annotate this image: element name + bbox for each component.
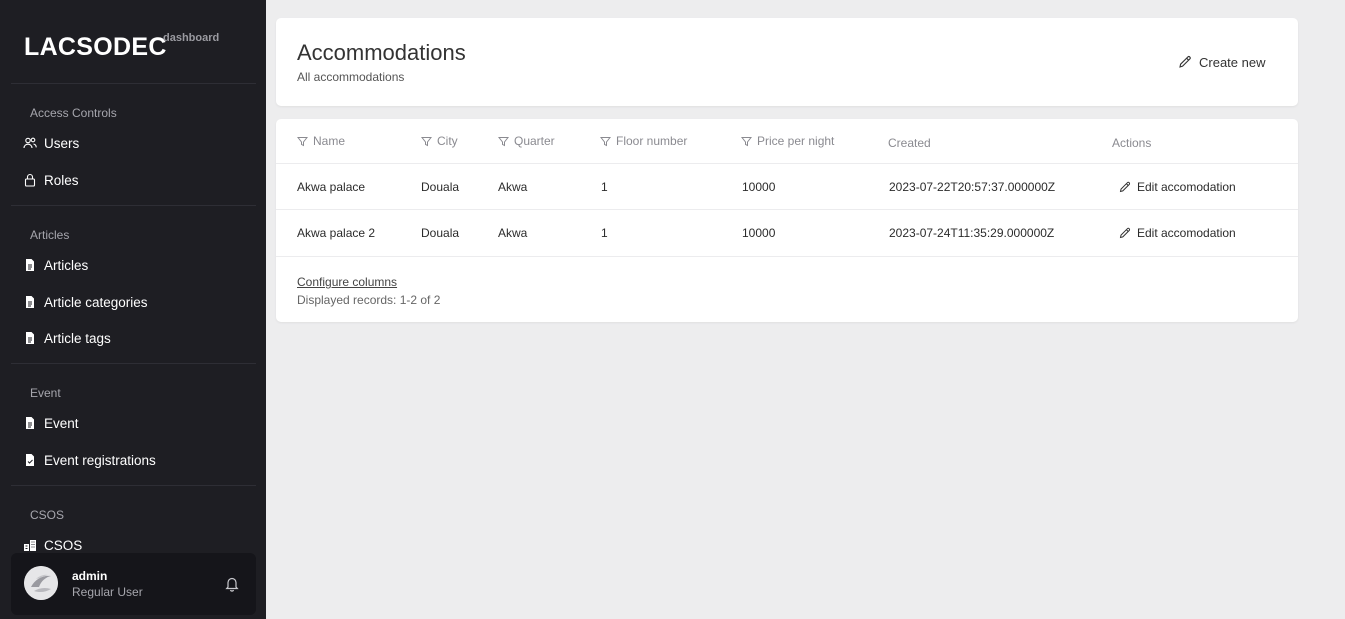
sidebar-item-label: Roles	[44, 172, 79, 188]
cell-floor: 1	[601, 226, 608, 240]
sidebar-item-label: Event	[44, 415, 79, 431]
column-header-label: Created	[888, 136, 931, 150]
user-card[interactable]: admin Regular User	[11, 553, 256, 615]
section-title-access-controls: Access Controls	[30, 106, 117, 120]
divider	[11, 363, 256, 364]
divider	[11, 205, 256, 206]
brand[interactable]: LACSODEC dashboard	[24, 32, 219, 63]
cell-floor: 1	[601, 180, 608, 194]
row-divider	[276, 209, 1298, 210]
user-role: Regular User	[72, 585, 143, 599]
document-icon	[23, 258, 37, 272]
cell-name: Akwa palace 2	[297, 226, 376, 240]
column-header-city[interactable]: City	[421, 133, 458, 149]
lock-icon	[23, 173, 37, 187]
row-divider	[276, 256, 1298, 257]
sidebar-item-users[interactable]: Users	[23, 132, 79, 154]
column-header-quarter[interactable]: Quarter	[498, 133, 555, 149]
page-subtitle: All accommodations	[297, 70, 405, 84]
bell-icon[interactable]	[224, 575, 240, 592]
divider	[11, 485, 256, 486]
sidebar-item-article-categories[interactable]: Article categories	[23, 291, 148, 313]
pencil-icon	[1119, 227, 1131, 239]
edit-accommodation-button[interactable]: Edit accomodation	[1119, 180, 1236, 194]
page-title: Accommodations	[297, 40, 466, 65]
document-icon	[23, 331, 37, 345]
displayed-records: Displayed records: 1-2 of 2	[297, 293, 441, 307]
cell-quarter: Akwa	[498, 180, 528, 194]
column-header-price-per-night[interactable]: Price per night	[741, 133, 834, 149]
sidebar-item-label: Article categories	[44, 294, 148, 310]
configure-columns-link[interactable]: Configure columns	[297, 275, 397, 289]
user-name: admin	[72, 569, 108, 583]
sidebar-item-roles[interactable]: Roles	[23, 169, 79, 191]
section-title-event: Event	[30, 386, 61, 400]
document-icon	[23, 295, 37, 309]
column-header-floor-number[interactable]: Floor number	[600, 133, 687, 149]
edit-label: Edit accomodation	[1137, 180, 1236, 194]
pencil-icon	[1119, 181, 1131, 193]
create-new-button[interactable]: Create new	[1178, 52, 1265, 72]
column-header-label: Name	[313, 134, 346, 148]
section-title-csos: CSOS	[30, 508, 65, 522]
cell-city: Douala	[421, 180, 460, 194]
cell-created: 2023-07-24T11:35:29.000000Z	[889, 226, 1055, 240]
cell-quarter: Akwa	[498, 226, 528, 240]
brand-name: LACSODEC	[24, 33, 167, 61]
column-header-label: Price per night	[757, 134, 835, 148]
filter-icon	[741, 136, 752, 146]
users-icon	[23, 136, 37, 150]
column-header-label: City	[437, 134, 458, 148]
column-header-label: Floor number	[616, 134, 688, 148]
sidebar-item-label: Event registrations	[44, 452, 156, 468]
avatar[interactable]	[24, 566, 58, 600]
cell-price: 10000	[742, 180, 776, 194]
document-check-icon	[23, 453, 37, 467]
filter-icon	[297, 136, 308, 146]
sidebar-item-event-registrations[interactable]: Event registrations	[23, 449, 156, 471]
sidebar-item-label: Users	[44, 135, 80, 151]
row-divider	[276, 163, 1298, 164]
accommodations-table: Name City Quarter Floor number Price per…	[276, 119, 1298, 322]
pencil-icon	[1178, 55, 1192, 69]
edit-accommodation-button[interactable]: Edit accomodation	[1119, 226, 1236, 240]
filter-icon	[421, 136, 432, 146]
sidebar-item-label: CSOS	[44, 537, 83, 553]
column-header-created: Created	[888, 135, 931, 151]
document-icon	[23, 416, 37, 430]
column-header-label: Quarter	[514, 134, 555, 148]
sidebar-item-articles[interactable]: Articles	[23, 254, 88, 276]
divider	[11, 83, 256, 84]
brand-subtitle: dashboard	[163, 32, 220, 44]
section-title-articles: Articles	[30, 228, 70, 242]
sidebar-item-article-tags[interactable]: Article tags	[23, 327, 111, 349]
column-header-actions: Actions	[1112, 135, 1151, 151]
buildings-icon	[23, 538, 37, 552]
page-header: Accommodations All accommodations Create…	[276, 18, 1298, 106]
column-header-name[interactable]: Name	[297, 133, 345, 149]
filter-icon	[600, 136, 611, 146]
cell-created: 2023-07-22T20:57:37.000000Z	[889, 180, 1056, 194]
filter-icon	[498, 136, 509, 146]
create-new-label: Create new	[1199, 54, 1266, 70]
sidebar-item-event[interactable]: Event	[23, 412, 79, 434]
cell-price: 10000	[742, 226, 776, 240]
sidebar: LACSODEC dashboard Access Controls Users…	[0, 0, 266, 619]
sidebar-item-label: Articles	[44, 257, 89, 273]
column-header-label: Actions	[1112, 136, 1152, 150]
sidebar-item-label: Article tags	[44, 330, 111, 346]
cell-city: Douala	[421, 226, 460, 240]
edit-label: Edit accomodation	[1137, 226, 1236, 240]
cell-name: Akwa palace	[297, 180, 366, 194]
